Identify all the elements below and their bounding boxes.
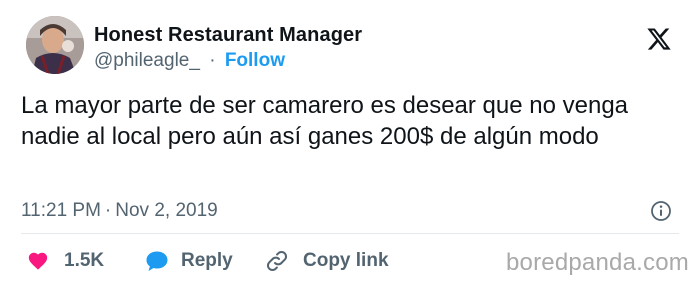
author-avatar[interactable] — [26, 16, 84, 74]
copy-link-button[interactable]: Copy link — [265, 248, 389, 274]
x-logo-icon[interactable] — [646, 26, 672, 52]
author-handle[interactable]: @phileagle_ — [94, 50, 200, 71]
like-button[interactable]: 1.5K — [27, 248, 104, 274]
like-count: 1.5K — [64, 250, 105, 271]
watermark: boredpanda.com — [506, 249, 689, 276]
tweet-timestamp[interactable]: 11:21 PM · Nov 2, 2019 — [21, 200, 218, 222]
follow-button[interactable]: Follow — [225, 50, 285, 71]
tweet-text: La mayor parte de ser camarero es desear… — [21, 92, 629, 150]
copy-link-label: Copy link — [303, 250, 389, 271]
reply-button[interactable]: Reply — [145, 248, 233, 274]
handle-separator: · — [209, 50, 216, 71]
timestamp-separator: · — [104, 200, 112, 221]
info-icon[interactable] — [649, 199, 673, 223]
link-icon — [266, 250, 288, 272]
handle-row: @phileagle_ · Follow — [94, 50, 285, 72]
author-name[interactable]: Honest Restaurant Manager — [94, 24, 362, 47]
heart-icon — [28, 252, 48, 270]
tweet-date: Nov 2, 2019 — [115, 200, 218, 221]
divider — [21, 233, 679, 234]
reply-label: Reply — [181, 250, 233, 271]
tweet-time: 11:21 PM — [21, 200, 101, 221]
avatar-photo — [26, 16, 84, 74]
comment-bubble-icon — [146, 251, 168, 271]
